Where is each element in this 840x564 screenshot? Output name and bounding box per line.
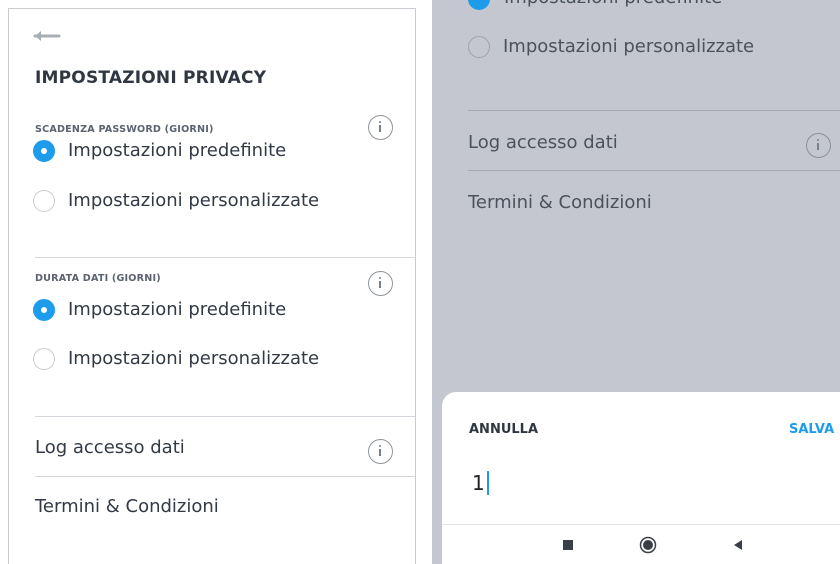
info-icon[interactable] (368, 271, 393, 296)
section-label-data-duration: DURATA DATI (GIORNI) (35, 273, 161, 284)
edit-value-sheet: ANNULLA SALVA 1 (442, 392, 840, 564)
circle-home-icon[interactable] (638, 535, 658, 555)
radio-unselected-icon[interactable] (33, 190, 55, 212)
radio-label: Impostazioni personalizzate (68, 348, 320, 369)
square-recent-apps-icon[interactable] (558, 535, 578, 555)
divider (468, 110, 840, 111)
access-log-row[interactable]: Log accesso dati (9, 429, 415, 469)
system-nav-bar (442, 524, 840, 564)
radio-label: Impostazioni personalizzate (503, 36, 755, 57)
privacy-settings-screen: IMPOSTAZIONI PRIVACY SCADENZA PASSWORD (… (8, 8, 416, 564)
info-icon[interactable] (368, 115, 393, 140)
access-log-label: Log accesso dati (468, 132, 618, 153)
page-title: IMPOSTAZIONI PRIVACY (35, 68, 267, 88)
value-text: 1 (472, 471, 485, 495)
section-label-password-expiry: SCADENZA PASSWORD (GIORNI) (35, 124, 214, 135)
divider (35, 476, 415, 477)
divider (35, 257, 415, 258)
radio-unselected-icon[interactable] (33, 348, 55, 370)
terms-row[interactable]: Termini & Condizioni (9, 487, 415, 527)
info-icon[interactable] (368, 439, 393, 464)
radio-label: Impostazioni predefinite (68, 140, 287, 161)
text-caret (486, 471, 489, 495)
triangle-back-icon[interactable] (728, 535, 748, 555)
radio-label: Impostazioni predefinite (68, 299, 287, 320)
radio-unselected-icon (468, 36, 490, 58)
radio-selected-icon (468, 0, 490, 10)
radio-selected-icon[interactable] (33, 140, 55, 162)
cancel-button[interactable]: ANNULLA (469, 422, 538, 437)
back-arrow-icon[interactable] (33, 25, 61, 47)
privacy-settings-screen-dimmed: Impostazioni predefinite Impostazioni pe… (432, 0, 840, 564)
divider (468, 170, 840, 171)
radio-selected-icon[interactable] (33, 299, 55, 321)
value-input[interactable]: 1 (472, 466, 772, 500)
info-icon (806, 133, 831, 158)
terms-label: Termini & Condizioni (468, 192, 652, 213)
save-button[interactable]: SALVA (789, 422, 834, 437)
access-log-label: Log accesso dati (35, 437, 185, 458)
radio-label: Impostazioni personalizzate (68, 190, 320, 211)
terms-label: Termini & Condizioni (35, 496, 219, 517)
radio-label: Impostazioni predefinite (504, 0, 722, 8)
divider (35, 416, 415, 417)
